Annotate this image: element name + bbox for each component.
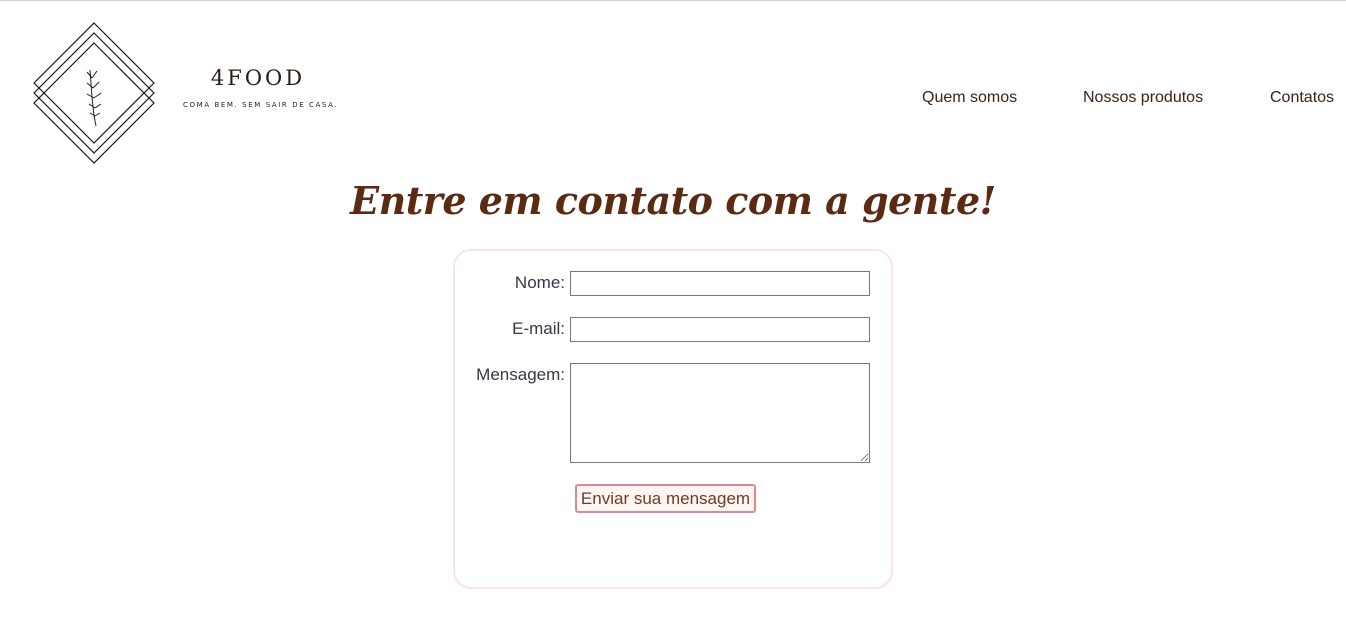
nav-link-quem-somos[interactable]: Quem somos [922, 89, 1017, 107]
email-input[interactable] [570, 317, 870, 342]
page-title: Entre em contato com a gente! [350, 178, 996, 223]
name-input[interactable] [570, 271, 870, 296]
send-message-button[interactable]: Enviar sua mensagem [575, 484, 756, 513]
message-textarea[interactable] [570, 363, 870, 463]
name-label: Nome: [514, 273, 565, 292]
nav-link-nossos-produtos[interactable]: Nossos produtos [1083, 89, 1203, 107]
site-header: 4FOOD COMA BEM. SEM SAIR DE CASA. Quem s… [0, 0, 1346, 170]
brand-name: 4FOOD [210, 66, 306, 90]
nav-link-contatos[interactable]: Contatos [1270, 89, 1334, 107]
email-label: E-mail: [512, 319, 565, 338]
brand-tagline: COMA BEM. SEM SAIR DE CASA. [183, 101, 339, 109]
message-label: Mensagem: [476, 365, 565, 384]
brand-logo-icon[interactable] [30, 20, 160, 166]
